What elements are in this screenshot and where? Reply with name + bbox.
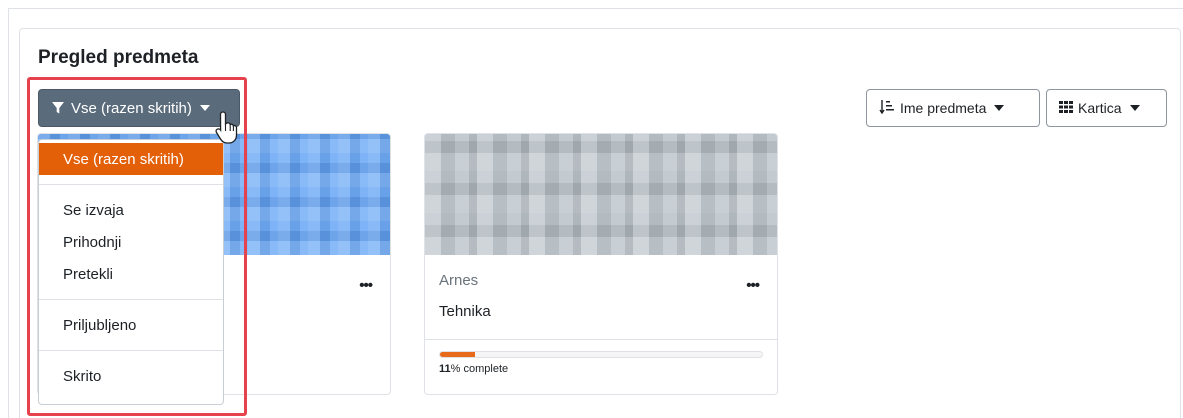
progress-value: 11 bbox=[439, 363, 451, 375]
dropdown-item-past[interactable]: Pretekli bbox=[39, 258, 223, 290]
progress-suffix: % complete bbox=[450, 363, 509, 375]
progress-bar-fill bbox=[440, 352, 476, 357]
grid-icon bbox=[1059, 100, 1073, 116]
dropdown-divider bbox=[39, 350, 223, 351]
page-top-border bbox=[8, 8, 1183, 9]
course-category: Arnes bbox=[439, 272, 479, 289]
page-left-border bbox=[8, 8, 9, 418]
progress-bar bbox=[439, 351, 763, 358]
sort-dropdown-button[interactable]: Ime predmeta bbox=[866, 89, 1040, 127]
sort-icon bbox=[879, 99, 895, 118]
course-card-menu-icon[interactable]: ••• bbox=[746, 277, 760, 294]
view-label: Kartica bbox=[1078, 100, 1122, 116]
filter-dropdown-button[interactable]: Vse (razen skritih) bbox=[38, 89, 240, 127]
course-card-image[interactable] bbox=[425, 134, 777, 255]
filter-dropdown-menu: Vse (razen skritih) Se izvaja Prihodnji … bbox=[38, 139, 224, 405]
course-card[interactable]: Arnes ••• Tehnika 11% complete bbox=[424, 133, 778, 395]
chevron-down-icon bbox=[199, 105, 210, 111]
course-name-link[interactable]: Tehnika bbox=[439, 303, 491, 320]
dropdown-item-all[interactable]: Vse (razen skritih) bbox=[39, 143, 223, 175]
dropdown-divider bbox=[39, 299, 223, 300]
block-title: Pregled predmeta bbox=[38, 47, 199, 68]
filter-label: Vse (razen skritih) bbox=[71, 99, 192, 117]
chevron-down-icon bbox=[994, 105, 1005, 111]
dropdown-item-in-progress[interactable]: Se izvaja bbox=[39, 194, 223, 226]
chevron-down-icon bbox=[1129, 105, 1140, 111]
dropdown-item-future[interactable]: Prihodnji bbox=[39, 226, 223, 258]
course-card-menu-icon[interactable]: ••• bbox=[359, 277, 373, 294]
dropdown-item-hidden[interactable]: Skrito bbox=[39, 360, 223, 392]
sort-label: Ime predmeta bbox=[900, 100, 987, 116]
filter-icon bbox=[51, 101, 65, 115]
view-dropdown-button[interactable]: Kartica bbox=[1046, 89, 1167, 127]
dropdown-item-starred[interactable]: Priljubljeno bbox=[39, 309, 223, 341]
dropdown-divider bbox=[39, 184, 223, 185]
card-divider bbox=[425, 339, 777, 340]
progress-text: 11% complete bbox=[439, 363, 508, 375]
hand-cursor-icon bbox=[214, 110, 244, 146]
